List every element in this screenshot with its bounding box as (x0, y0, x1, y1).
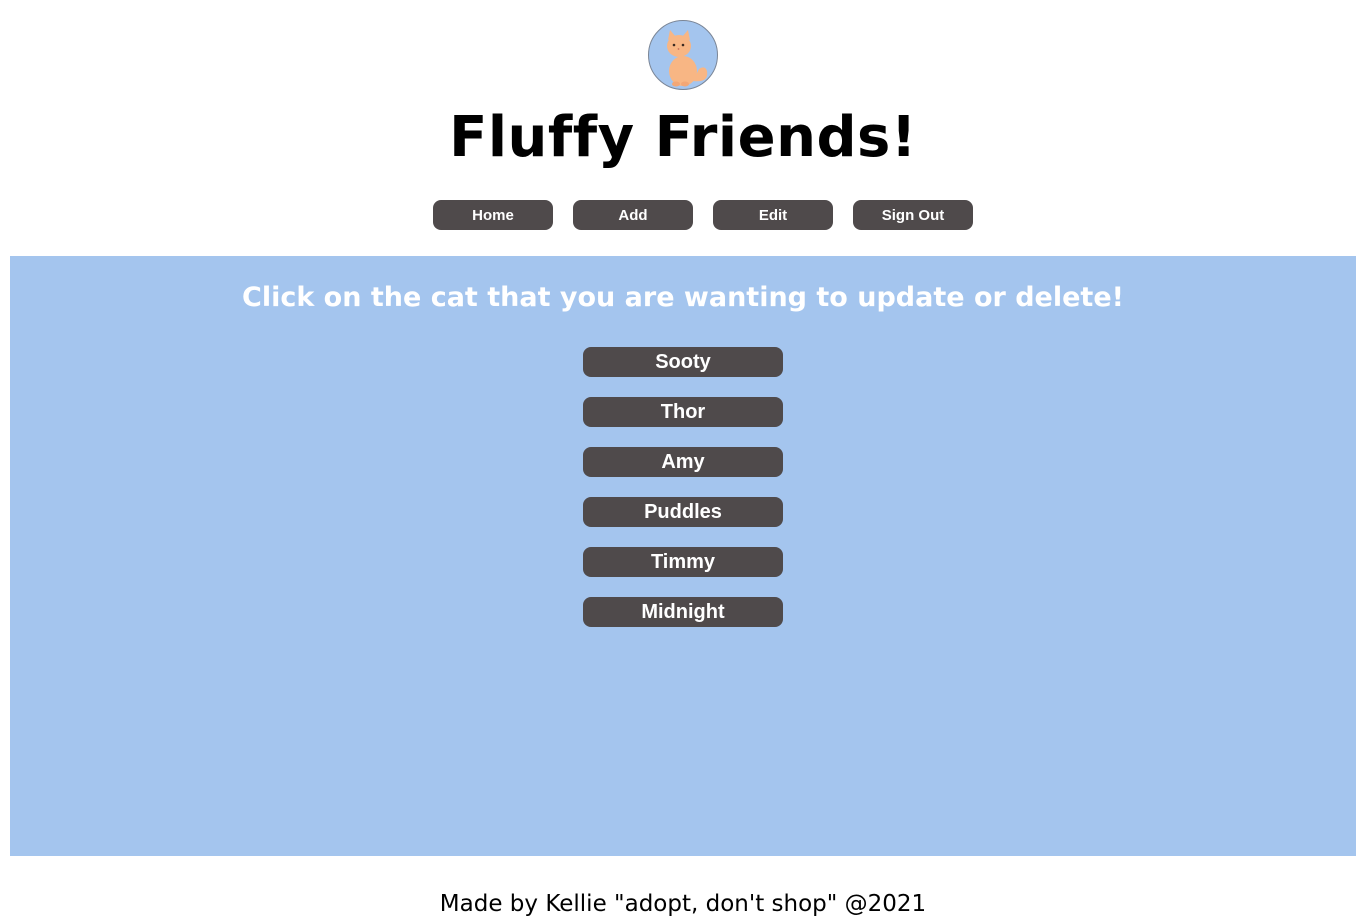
cat-edit-panel: Click on the cat that you are wanting to… (10, 256, 1356, 856)
nav-edit-button[interactable]: Edit (713, 200, 833, 230)
instruction-heading: Click on the cat that you are wanting to… (242, 282, 1124, 313)
nav-add-button[interactable]: Add (573, 200, 693, 230)
cat-button-thor[interactable]: Thor (583, 397, 783, 427)
cat-button-sooty[interactable]: Sooty (583, 347, 783, 377)
nav-sign-out-button[interactable]: Sign Out (853, 200, 973, 230)
footer-text: Made by Kellie "adopt, don't shop" @2021 (439, 891, 927, 917)
main-nav: Home Add Edit Sign Out (433, 200, 973, 230)
cat-logo-icon (648, 20, 718, 90)
page: Fluffy Friends! Home Add Edit Sign Out C… (0, 0, 1366, 920)
site-title: Fluffy Friends! (449, 105, 917, 170)
cat-button-timmy[interactable]: Timmy (583, 547, 783, 577)
cat-button-amy[interactable]: Amy (583, 447, 783, 477)
cat-list: Sooty Thor Amy Puddles Timmy Midnight (583, 347, 783, 627)
cat-button-midnight[interactable]: Midnight (583, 597, 783, 627)
nav-home-button[interactable]: Home (433, 200, 553, 230)
cat-button-puddles[interactable]: Puddles (583, 497, 783, 527)
